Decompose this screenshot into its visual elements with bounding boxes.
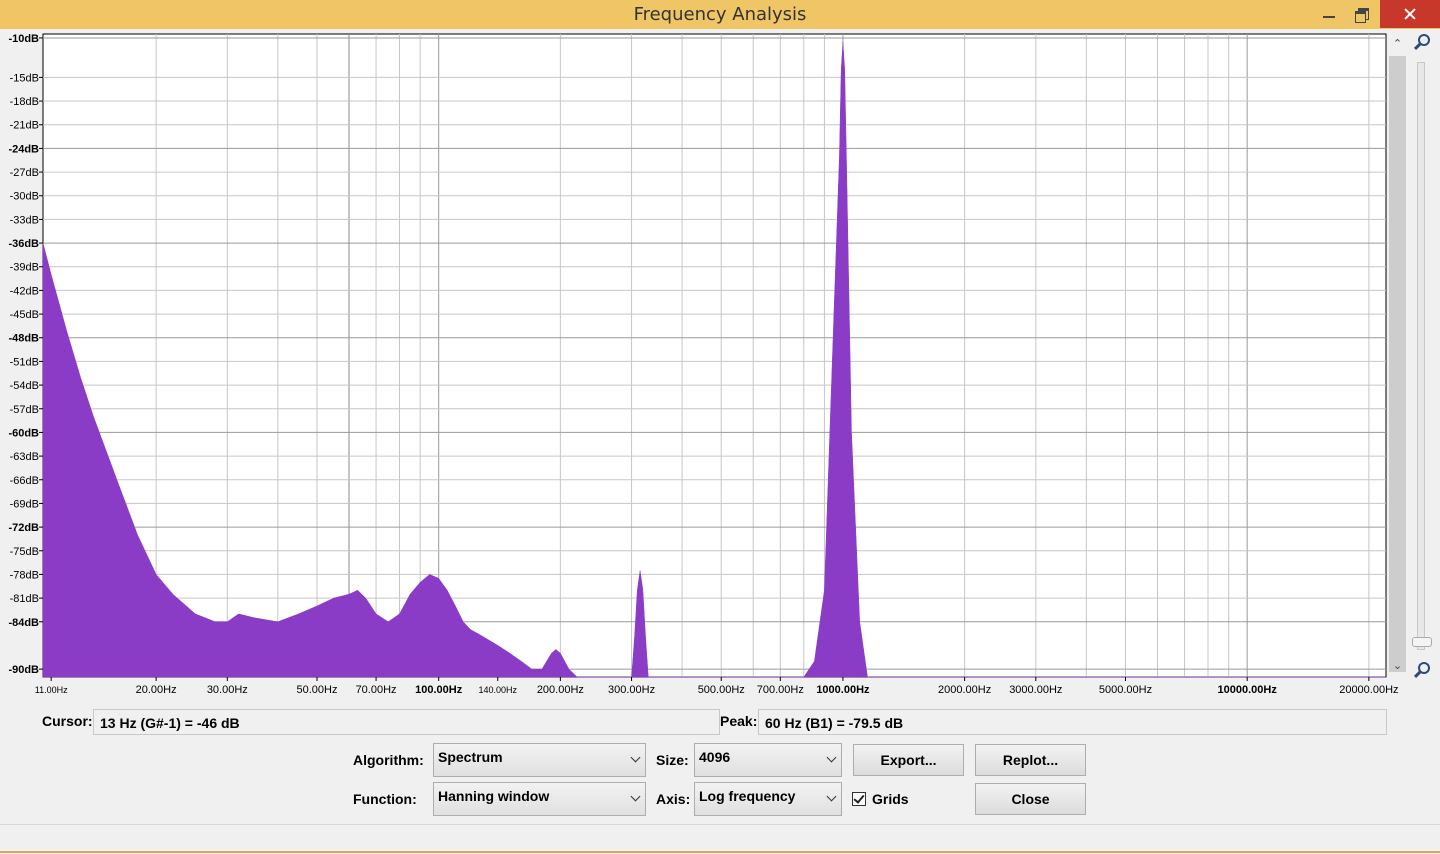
spectrum-plot[interactable]: -10dB -15dB -18dB -21dB -24dB -27dB -30dB -33dB… xyxy=(0,29,1440,709)
chevron-down-icon xyxy=(630,752,641,763)
axis-select[interactable]: Log frequency xyxy=(694,782,842,816)
chevron-down-icon xyxy=(826,791,837,802)
scrollbar-thumb[interactable] xyxy=(1389,56,1406,672)
x-tick-label: 30.00Hz xyxy=(207,684,248,696)
y-tick-label: -42dB xyxy=(10,285,39,297)
size-value: 4096 xyxy=(699,749,731,765)
close-window-button[interactable] xyxy=(1380,0,1440,28)
zoom-in-icon[interactable] xyxy=(1413,33,1430,51)
y-tick-label: -36dB xyxy=(8,238,39,250)
maximize-button[interactable] xyxy=(1340,0,1385,28)
grids-label: Grids xyxy=(872,791,909,807)
scroll-up-arrow-icon[interactable]: ⌃ xyxy=(1388,36,1407,52)
y-tick-label: -39dB xyxy=(10,262,39,274)
x-tick-label: 500.00Hz xyxy=(698,684,745,696)
y-tick-label: -33dB xyxy=(10,214,39,226)
axis-value: Log frequency xyxy=(699,788,796,804)
y-tick-label: -27dB xyxy=(10,167,39,179)
close-button[interactable]: Close xyxy=(975,783,1086,815)
y-tick-label: -69dB xyxy=(10,498,39,510)
axis-label: Axis: xyxy=(656,791,691,807)
x-tick-label: 20000.00Hz xyxy=(1339,684,1398,696)
size-select[interactable]: 4096 xyxy=(694,743,842,777)
x-tick-label: 1000.00Hz xyxy=(816,684,870,696)
x-tick-label: 3000.00Hz xyxy=(1009,684,1062,696)
function-label: Function: xyxy=(353,791,417,807)
grids-checkbox[interactable] xyxy=(852,792,866,806)
zoom-slider-thumb[interactable] xyxy=(1412,637,1432,647)
scroll-down-arrow-icon[interactable]: ⌄ xyxy=(1388,658,1407,674)
y-tick-label: -15dB xyxy=(10,72,39,84)
y-tick-label: -18dB xyxy=(10,96,39,108)
window-title: Frequency Analysis xyxy=(633,4,807,25)
x-tick-label: 700.00Hz xyxy=(757,684,804,696)
function-value: Hanning window xyxy=(438,788,550,804)
x-tick-label: 20.00Hz xyxy=(136,684,177,696)
vertical-scrollbar[interactable]: ⌃ ⌄ xyxy=(1388,34,1407,676)
algorithm-value: Spectrum xyxy=(438,749,503,765)
x-tick-label: 200.00Hz xyxy=(537,684,584,696)
y-tick-label: -54dB xyxy=(10,380,39,392)
x-tick-label: 300.00Hz xyxy=(608,684,655,696)
zoom-slider-track[interactable] xyxy=(1417,62,1425,650)
x-tick-label: 100.00Hz xyxy=(415,684,463,696)
y-tick-label: -66dB xyxy=(10,475,39,487)
export-button[interactable]: Export... xyxy=(853,744,964,776)
zoom-out-icon[interactable] xyxy=(1413,661,1430,679)
cursor-label: Cursor: xyxy=(42,713,93,729)
algorithm-select[interactable]: Spectrum xyxy=(433,743,646,777)
x-tick-label: 10000.00Hz xyxy=(1218,684,1278,696)
function-select[interactable]: Hanning window xyxy=(433,782,646,816)
status-bar xyxy=(0,824,1440,854)
y-tick-label: -81dB xyxy=(10,593,39,605)
peak-readout: 60 Hz (B1) = -79.5 dB xyxy=(758,709,1387,735)
y-tick-label: -21dB xyxy=(10,120,39,132)
peak-label: Peak: xyxy=(720,713,758,729)
chevron-down-icon xyxy=(826,752,837,763)
y-tick-label: -75dB xyxy=(10,546,39,558)
y-tick-label: -45dB xyxy=(10,309,39,321)
y-tick-label: -60dB xyxy=(8,427,39,439)
y-tick-label: -51dB xyxy=(10,356,39,368)
y-tick-label: -78dB xyxy=(10,569,39,581)
y-tick-label: -30dB xyxy=(10,191,39,203)
y-tick-label: -90dB xyxy=(8,664,39,676)
chevron-down-icon xyxy=(630,791,641,802)
x-tick-label: 70.00Hz xyxy=(356,684,397,696)
y-tick-label: -84dB xyxy=(8,617,39,629)
y-tick-label: -10dB xyxy=(8,33,39,45)
y-tick-label: -72dB xyxy=(8,522,39,534)
y-tick-label: -57dB xyxy=(10,404,39,416)
y-tick-label: -24dB xyxy=(8,143,39,155)
replot-button[interactable]: Replot... xyxy=(975,744,1086,776)
algorithm-label: Algorithm: xyxy=(353,752,424,768)
y-tick-label: -48dB xyxy=(8,333,39,345)
x-tick-label: 50.00Hz xyxy=(296,684,337,696)
size-label: Size: xyxy=(656,752,689,768)
x-tick-label: 2000.00Hz xyxy=(938,684,991,696)
x-tick-label: 140.00Hz xyxy=(478,685,517,695)
y-tick-label: -63dB xyxy=(10,451,39,463)
x-tick-label: 5000.00Hz xyxy=(1099,684,1152,696)
cursor-readout: 13 Hz (G#-1) = -46 dB xyxy=(93,709,720,735)
x-tick-label: 11.00Hz xyxy=(35,685,68,695)
